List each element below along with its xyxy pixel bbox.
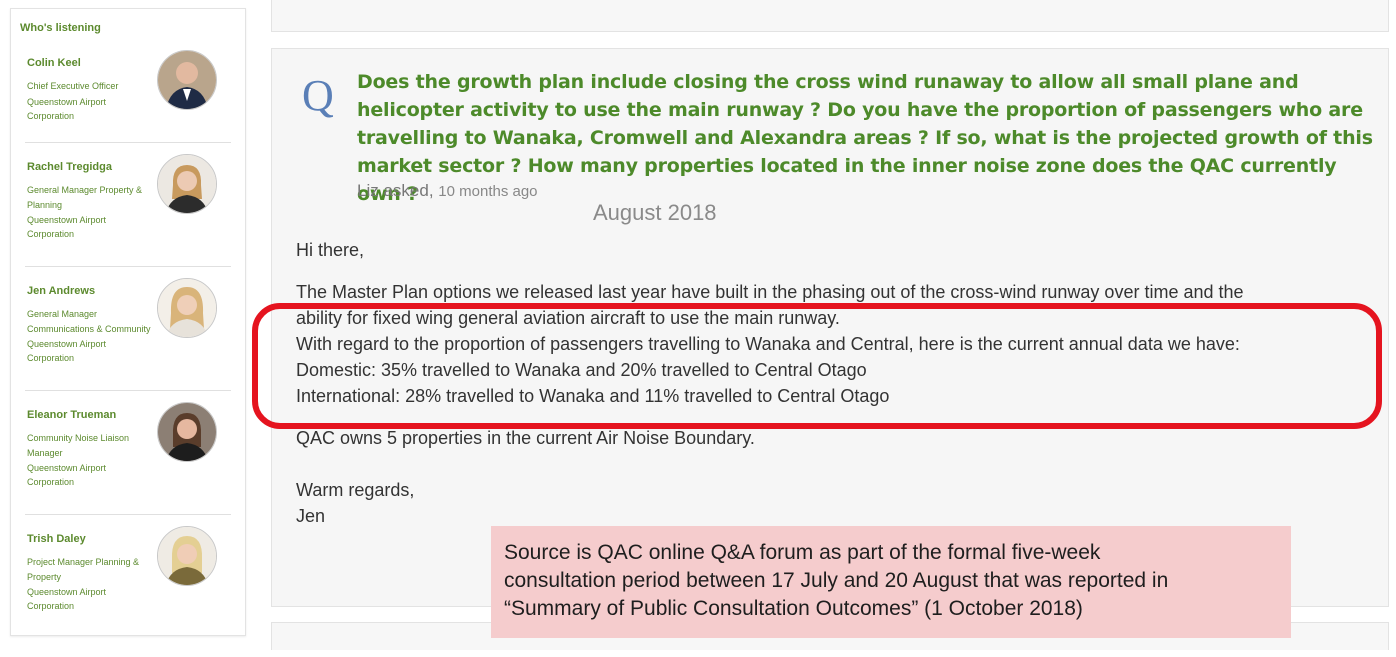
divider xyxy=(25,390,231,391)
person-photo-icon xyxy=(158,403,216,461)
answer-greeting: Hi there, xyxy=(296,240,365,260)
person-role: Project Manager Planning & Property xyxy=(27,557,140,582)
person-org: Queenstown Airport Corporation xyxy=(27,97,107,121)
answer-para1-line1: The Master Plan options we released last… xyxy=(296,282,1244,302)
person-card[interactable]: Eleanor Trueman Community Noise Liaison … xyxy=(11,402,247,533)
person-photo-icon xyxy=(158,527,216,585)
source-note-line: Source is QAC online Q&A forum as part o… xyxy=(504,541,1101,564)
person-card[interactable]: Jen Andrews General Manager Communicatio… xyxy=(11,278,247,409)
person-photo-icon xyxy=(158,51,216,109)
divider xyxy=(25,514,231,515)
person-card[interactable]: Trish Daley Project Manager Planning & P… xyxy=(11,526,247,657)
whos-listening-sidebar: Who's listening Colin Keel Chief Executi… xyxy=(10,8,246,636)
person-org: Queenstown Airport Corporation xyxy=(27,463,107,487)
date-annotation: August 2018 xyxy=(593,200,717,225)
person-name[interactable]: Trish Daley xyxy=(27,533,86,545)
answer-signoff: Warm regards, xyxy=(296,480,415,500)
avatar xyxy=(157,154,217,214)
person-photo-icon xyxy=(158,279,216,337)
source-note-line: consultation period between 17 July and … xyxy=(504,569,1169,592)
person-name[interactable]: Colin Keel xyxy=(27,57,81,69)
question-marker: Q xyxy=(302,71,334,120)
asker-name: Liz asked, xyxy=(357,181,434,200)
highlight-annotation xyxy=(252,303,1382,429)
avatar xyxy=(157,278,217,338)
avatar xyxy=(157,50,217,110)
avatar xyxy=(157,526,217,586)
person-name[interactable]: Eleanor Trueman xyxy=(27,409,116,421)
source-note: Source is QAC online Q&A forum as part o… xyxy=(491,526,1291,638)
divider xyxy=(25,266,231,267)
source-note-line: “Summary of Public Consultation Outcomes… xyxy=(504,597,1083,620)
person-name[interactable]: Jen Andrews xyxy=(27,285,95,297)
person-org: Queenstown Airport Corporation xyxy=(27,215,107,239)
person-card[interactable]: Rachel Tregidga General Manager Property… xyxy=(11,154,247,285)
person-role: General Manager Property & Planning xyxy=(27,185,143,210)
person-role: Community Noise Liaison Manager xyxy=(27,433,130,458)
person-photo-icon xyxy=(158,155,216,213)
person-role: General Manager Communications & Communi… xyxy=(27,309,151,334)
person-org: Queenstown Airport Corporation xyxy=(27,587,107,611)
sidebar-title: Who's listening xyxy=(20,22,101,34)
person-name[interactable]: Rachel Tregidga xyxy=(27,161,112,173)
divider xyxy=(25,142,231,143)
avatar xyxy=(157,402,217,462)
time-ago: 10 months ago xyxy=(438,183,538,200)
person-role: Chief Executive Officer xyxy=(27,81,119,91)
asked-by: Liz asked, 10 months ago xyxy=(357,181,538,201)
person-org: Queenstown Airport Corporation xyxy=(27,339,107,363)
previous-card-strip xyxy=(271,0,1389,32)
